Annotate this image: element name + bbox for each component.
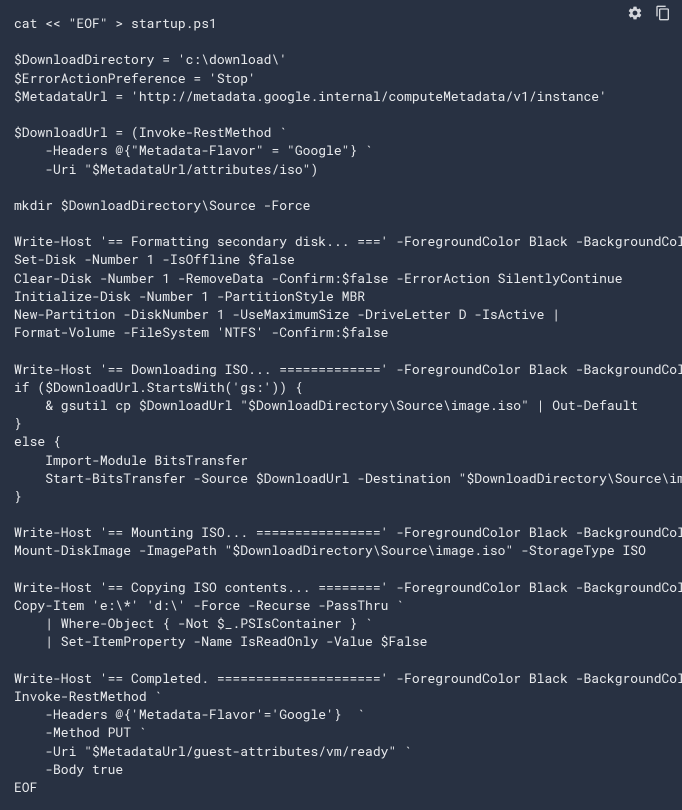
code-line: Write-Host '== Formatting secondary disk… [14, 232, 670, 250]
code-line [14, 32, 670, 50]
code-line: if ($DownloadUrl.StartsWith('gs:')) { [14, 378, 670, 396]
code-line: Initialize-Disk -Number 1 -PartitionStyl… [14, 287, 670, 305]
code-line: -Headers @{"Metadata-Flavor" = "Google"}… [14, 141, 670, 159]
code-line: Format-Volume -FileSystem 'NTFS' -Confir… [14, 323, 670, 341]
code-line: Clear-Disk -Number 1 -RemoveData -Confir… [14, 269, 670, 287]
code-line: -Headers @{'Metadata-Flavor'='Google'} ` [14, 705, 670, 723]
code-line: -Body true [14, 760, 670, 778]
code-line: Start-BitsTransfer -Source $DownloadUrl … [14, 469, 670, 487]
code-line [14, 214, 670, 232]
code-line: else { [14, 432, 670, 450]
code-line: & gsutil cp $DownloadUrl "$DownloadDirec… [14, 396, 670, 414]
code-toolbar [626, 6, 672, 24]
code-line: -Uri "$MetadataUrl/attributes/iso") [14, 160, 670, 178]
code-line: $ErrorActionPreference = 'Stop' [14, 69, 670, 87]
settings-button[interactable] [626, 6, 644, 24]
code-line: New-Partition -DiskNumber 1 -UseMaximumS… [14, 305, 670, 323]
code-line: } [14, 414, 670, 432]
code-line: Write-Host '== Copying ISO contents... =… [14, 578, 670, 596]
code-line: Copy-Item 'e:\*' 'd:\' -Force -Recurse -… [14, 596, 670, 614]
code-line: -Uri "$MetadataUrl/guest-attributes/vm/r… [14, 742, 670, 760]
gear-icon [627, 5, 643, 25]
copy-icon [655, 5, 671, 25]
code-line: Write-Host '== Downloading ISO... ======… [14, 360, 670, 378]
code-line [14, 341, 670, 359]
code-line [14, 178, 670, 196]
code-line: | Set-ItemProperty -Name IsReadOnly -Val… [14, 632, 670, 650]
code-line: } [14, 487, 670, 505]
copy-button[interactable] [654, 6, 672, 24]
code-line: -Method PUT ` [14, 723, 670, 741]
code-line: Set-Disk -Number 1 -IsOffline $false [14, 250, 670, 268]
code-line: $MetadataUrl = 'http://metadata.google.i… [14, 87, 670, 105]
code-line [14, 105, 670, 123]
code-line: Invoke-RestMethod ` [14, 687, 670, 705]
code-line: Mount-DiskImage -ImagePath "$DownloadDir… [14, 541, 670, 559]
code-line: Write-Host '== Mounting ISO... =========… [14, 523, 670, 541]
code-line [14, 505, 670, 523]
code-line: $DownloadDirectory = 'c:\download\' [14, 50, 670, 68]
code-line: Import-Module BitsTransfer [14, 451, 670, 469]
code-line: mkdir $DownloadDirectory\Source -Force [14, 196, 670, 214]
code-line: Write-Host '== Completed. ==============… [14, 669, 670, 687]
code-block: cat << "EOF" > startup.ps1 $DownloadDire… [0, 0, 682, 810]
code-line: | Where-Object { -Not $_.PSIsContainer }… [14, 614, 670, 632]
code-line [14, 560, 670, 578]
code-line: EOF [14, 778, 670, 796]
code-line: cat << "EOF" > startup.ps1 [14, 14, 670, 32]
code-line: $DownloadUrl = (Invoke-RestMethod ` [14, 123, 670, 141]
code-line [14, 651, 670, 669]
